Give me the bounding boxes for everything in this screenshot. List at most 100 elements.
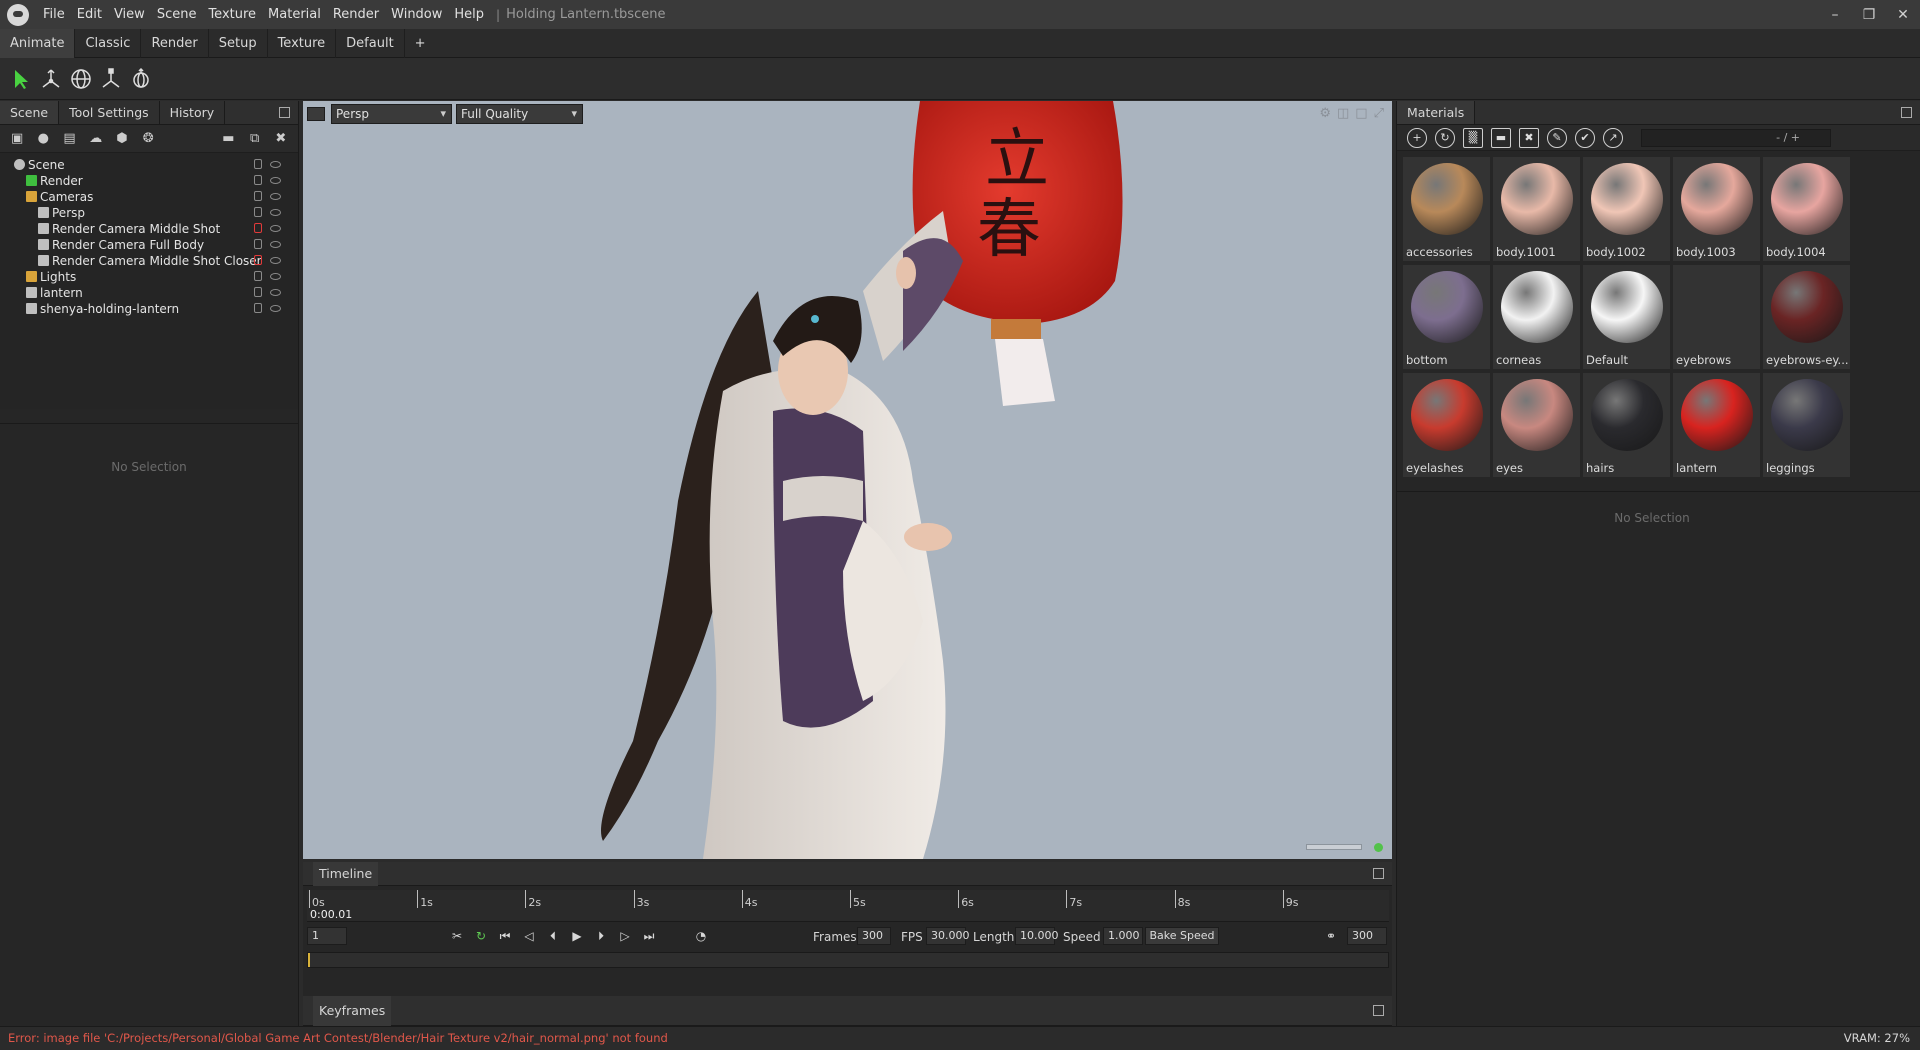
material-item[interactable]: lantern <box>1673 373 1760 477</box>
popout-icon[interactable] <box>1373 1005 1384 1016</box>
delete-icon[interactable]: ✖ <box>272 129 290 149</box>
visibility-eye-icon[interactable] <box>270 257 281 264</box>
material-item[interactable]: corneas <box>1493 265 1580 369</box>
play-icon[interactable]: ▶ <box>569 928 585 944</box>
tree-item[interactable]: lantern <box>0 285 290 301</box>
material-item[interactable]: hairs <box>1583 373 1670 477</box>
material-item[interactable]: accessories <box>1403 157 1490 261</box>
playhead[interactable] <box>308 953 310 967</box>
tree-item[interactable]: shenya-holding-lantern <box>0 301 290 317</box>
fps-field[interactable]: 30.000 <box>926 927 970 945</box>
visibility-eye-icon[interactable] <box>270 193 281 200</box>
material-item[interactable]: Default <box>1583 265 1670 369</box>
tab-default[interactable]: Default <box>336 28 405 58</box>
timeline-ruler[interactable]: 0:00.01 0s 1s 2s 3s 4s 5s 6s 7s 8s 9s <box>307 890 1389 922</box>
add-shadow-catcher-icon[interactable]: ⬢ <box>113 129 131 149</box>
add-light-icon[interactable]: ● <box>34 129 52 149</box>
visibility-eye-icon[interactable] <box>270 305 281 312</box>
restore-button[interactable]: ❐ <box>1852 0 1886 29</box>
visibility-eye-icon[interactable] <box>270 225 281 232</box>
tree-item[interactable]: Persp <box>0 205 290 221</box>
visibility-eye-icon[interactable] <box>270 241 281 248</box>
tree-item[interactable]: Render <box>0 173 290 189</box>
material-item[interactable]: eyelashes <box>1403 373 1490 477</box>
maximize-icon[interactable]: ⤢ <box>1374 106 1384 121</box>
tab-setup[interactable]: Setup <box>209 28 268 58</box>
material-item[interactable]: eyebrows-ey... <box>1763 265 1850 369</box>
material-item[interactable]: eyebrows <box>1673 265 1760 369</box>
menu-scene[interactable]: Scene <box>151 7 203 22</box>
materials-search[interactable]: - / + <box>1641 128 1831 147</box>
single-view-icon[interactable]: □ <box>1355 106 1367 121</box>
speed-field[interactable]: 1.000 <box>1103 927 1143 945</box>
skip-end-icon[interactable]: ⏭ <box>641 928 657 944</box>
tab-animate[interactable]: Animate <box>0 28 76 58</box>
material-item[interactable]: body.1001 <box>1493 157 1580 261</box>
link-icon[interactable]: ⚭ <box>1323 928 1339 944</box>
visibility-eye-icon[interactable] <box>270 177 281 184</box>
menu-texture[interactable]: Texture <box>202 7 262 22</box>
next-keyframe-icon[interactable]: ▷ <box>617 928 633 944</box>
scale-tool-icon[interactable] <box>96 64 126 94</box>
visibility-eye-icon[interactable] <box>270 161 281 168</box>
export-material-icon[interactable]: ↗ <box>1603 127 1623 148</box>
prev-keyframe-icon[interactable]: ◁ <box>521 928 537 944</box>
add-fog-icon[interactable]: ❂ <box>139 129 157 149</box>
lock-icon[interactable] <box>254 159 262 169</box>
tab-tool-settings[interactable]: Tool Settings <box>59 101 160 124</box>
lock-icon[interactable] <box>254 175 262 185</box>
select-tool-icon[interactable] <box>6 64 36 94</box>
add-tab-button[interactable]: + <box>405 29 436 58</box>
settings-icon[interactable]: ⚙ <box>1319 106 1331 121</box>
menu-file[interactable]: File <box>37 7 71 22</box>
popout-icon[interactable] <box>1901 107 1912 118</box>
tree-item[interactable]: Lights <box>0 269 290 285</box>
camera-select[interactable]: Persp <box>331 104 452 124</box>
duplicate-icon[interactable]: ⧉ <box>246 129 264 149</box>
loop-icon[interactable]: ↻ <box>473 928 489 944</box>
menu-window[interactable]: Window <box>385 7 448 22</box>
skip-start-icon[interactable]: ⏮ <box>497 928 513 944</box>
open-folder-icon[interactable]: ▬ <box>1491 127 1511 148</box>
step-back-icon[interactable]: ⏴ <box>545 928 561 944</box>
add-material-icon[interactable]: + <box>1407 127 1427 148</box>
tab-classic[interactable]: Classic <box>75 28 142 58</box>
tab-keyframes[interactable]: Keyframes <box>313 996 392 1026</box>
material-item[interactable]: body.1002 <box>1583 157 1670 261</box>
close-button[interactable]: ✕ <box>1886 0 1920 29</box>
lock-icon[interactable] <box>254 303 262 313</box>
menu-help[interactable]: Help <box>448 7 490 22</box>
tab-scene[interactable]: Scene <box>0 101 60 124</box>
move-tool-icon[interactable] <box>36 64 66 94</box>
lock-icon[interactable] <box>254 287 262 297</box>
lock-icon[interactable] <box>254 255 262 265</box>
lock-icon[interactable] <box>254 239 262 249</box>
new-folder-icon[interactable]: ▬ <box>219 129 237 149</box>
material-item[interactable]: leggings <box>1763 373 1850 477</box>
step-forward-icon[interactable]: ⏵ <box>593 928 609 944</box>
duplicate-material-icon[interactable]: ↻ <box>1435 127 1455 148</box>
lock-icon[interactable] <box>254 223 262 233</box>
popout-icon[interactable] <box>1373 868 1384 879</box>
tab-render[interactable]: Render <box>141 28 209 58</box>
menu-edit[interactable]: Edit <box>71 7 108 22</box>
tree-item[interactable]: Render Camera Middle Shot Closer <box>0 253 290 269</box>
viewport[interactable]: 立 春 <box>303 101 1392 859</box>
menu-view[interactable]: View <box>108 7 151 22</box>
length-field[interactable]: 10.000 <box>1015 927 1059 945</box>
material-item[interactable]: body.1004 <box>1763 157 1850 261</box>
tree-item[interactable]: Cameras <box>0 189 290 205</box>
add-camera-icon[interactable]: ▤ <box>60 129 78 149</box>
timeline-track[interactable] <box>307 952 1389 968</box>
popout-icon[interactable] <box>279 107 290 118</box>
tree-item[interactable]: Scene <box>0 157 290 173</box>
visibility-eye-icon[interactable] <box>270 209 281 216</box>
apply-material-icon[interactable]: ✔ <box>1575 127 1595 148</box>
end-frame-field[interactable]: 300 <box>1347 927 1387 945</box>
material-item[interactable]: body.1003 <box>1673 157 1760 261</box>
cut-icon[interactable]: ✂ <box>449 928 465 944</box>
tab-timeline[interactable]: Timeline <box>313 862 379 886</box>
tab-history[interactable]: History <box>160 101 226 124</box>
tree-item[interactable]: Render Camera Full Body <box>0 237 290 253</box>
tab-materials[interactable]: Materials <box>1397 101 1476 124</box>
